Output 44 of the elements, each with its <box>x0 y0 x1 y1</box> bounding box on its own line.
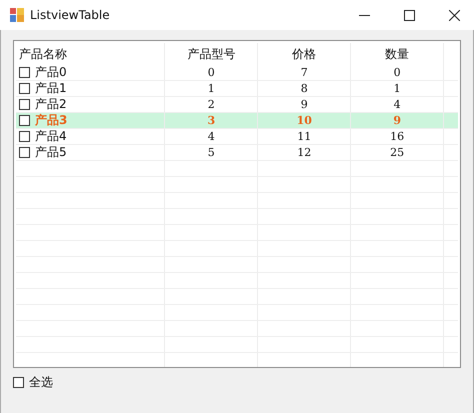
close-icon[interactable] <box>449 10 460 20</box>
table-cell: 1 <box>208 82 215 95</box>
column-header[interactable]: 数量 <box>351 43 444 65</box>
table-cell: 8 <box>300 82 308 95</box>
table-cell: 产品1 <box>35 80 67 97</box>
maximize-icon[interactable] <box>404 10 415 20</box>
table-cell: 12 <box>297 146 312 159</box>
table-cell: 4 <box>394 98 401 111</box>
table-cell: 16 <box>390 130 404 143</box>
table-cell: 11 <box>297 130 312 143</box>
checkbox[interactable] <box>19 67 30 78</box>
checkbox[interactable] <box>19 147 30 158</box>
column-header[interactable]: 产品型号 <box>165 43 258 65</box>
table-cell: 9 <box>300 98 308 111</box>
table-row[interactable]: 产品0 0 7 0 <box>16 65 458 81</box>
window-title: ListviewTable <box>30 8 110 22</box>
checkbox[interactable] <box>19 99 30 110</box>
table-cell: 7 <box>300 66 308 79</box>
table-cell: 产品5 <box>35 144 67 161</box>
table-cell: 3 <box>207 114 216 127</box>
table-row[interactable]: 产品1 1 8 1 <box>16 81 458 97</box>
table-cell: 0 <box>208 66 215 79</box>
table-row[interactable]: 产品5 5 12 25 <box>16 145 458 161</box>
checkbox-label[interactable]: 全选 <box>29 374 53 391</box>
app-icon <box>10 8 24 22</box>
checkbox[interactable] <box>13 377 24 388</box>
table-cell: 0 <box>394 66 401 79</box>
checkbox[interactable] <box>19 83 30 94</box>
table-row[interactable]: 产品4 4 11 16 <box>16 129 458 145</box>
table-cell: 10 <box>296 114 312 127</box>
table-cell: 产品2 <box>35 96 67 113</box>
table-cell: 9 <box>393 114 401 127</box>
checkbox[interactable] <box>19 115 30 126</box>
column-header[interactable]: 产品名称 <box>16 43 166 65</box>
table-cell: 产品4 <box>35 128 67 145</box>
table-cell: 2 <box>208 98 215 111</box>
table-cell: 4 <box>208 130 215 143</box>
column-header[interactable]: 价格 <box>258 43 352 65</box>
table-cell: 产品3 <box>35 112 68 129</box>
checkbox[interactable] <box>19 131 30 142</box>
table-cell: 1 <box>394 82 401 95</box>
table-cell: 5 <box>208 146 215 159</box>
table-cell: 25 <box>390 146 404 159</box>
table-cell: 产品0 <box>35 64 67 81</box>
